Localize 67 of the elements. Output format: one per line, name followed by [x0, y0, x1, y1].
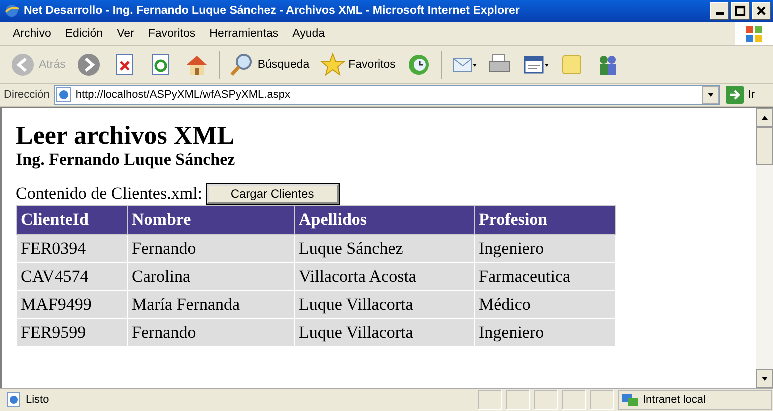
search-button[interactable]: Búsqueda: [224, 50, 314, 80]
status-panel: [478, 390, 502, 410]
scroll-up-button[interactable]: [756, 108, 773, 127]
table-cell: Villacorta Acosta: [294, 262, 474, 290]
caret-down-icon: [760, 374, 768, 382]
status-panel: [590, 390, 614, 410]
menu-item[interactable]: Ver: [110, 28, 142, 40]
table-cell: Farmaceutica: [474, 262, 616, 290]
menu-item[interactable]: Edición: [58, 28, 110, 40]
go-button[interactable]: Ir: [724, 86, 769, 104]
table-cell: Ingeniero: [474, 318, 616, 346]
column-header: Profesion: [474, 206, 616, 234]
page-heading: Leer archivos XML: [16, 122, 236, 150]
content-label: Contenido de Clientes.xml:: [16, 184, 203, 204]
column-header: ClienteId: [16, 206, 128, 234]
table-cell: FER9599: [16, 318, 128, 346]
table-cell: Carolina: [128, 262, 294, 290]
menu-item[interactable]: Favoritos: [141, 28, 203, 40]
window-title: Net Desarrollo - Ing. Fernando Luque Sánchez - Archivos XML - Microsoft Internet Explorer: [24, 5, 521, 17]
status-text: Listo: [26, 394, 50, 406]
table-cell: MAF9499: [16, 290, 128, 318]
arrow-right-icon: [76, 52, 102, 78]
table-cell: Ingeniero: [474, 234, 616, 262]
load-button[interactable]: Cargar Clientes: [206, 184, 339, 204]
address-label: Dirección: [4, 89, 50, 101]
table-cell: Médico: [474, 290, 616, 318]
close-icon: [755, 5, 768, 17]
caret-up-icon: [760, 114, 768, 122]
page-icon: [6, 392, 22, 408]
star-icon: [320, 52, 346, 78]
table-cell: Luque Sánchez: [294, 234, 474, 262]
table-cell: FER0394: [16, 234, 128, 262]
table-cell: Fernando: [128, 234, 294, 262]
status-panel: [562, 390, 586, 410]
minimize-icon: [716, 12, 724, 15]
windows-logo: [735, 22, 773, 45]
status-panel: [506, 390, 530, 410]
caret-icon: [706, 91, 715, 99]
close-button[interactable]: [752, 2, 771, 20]
scroll-down-button[interactable]: [756, 369, 773, 388]
maximize-button[interactable]: [731, 2, 750, 20]
table-cell: CAV4574: [16, 262, 128, 290]
table-cell: Fernando: [128, 318, 294, 346]
column-header: Apellidos: [294, 206, 474, 234]
menu-item[interactable]: Herramientas: [202, 28, 286, 40]
arrow-right-icon: [726, 86, 744, 104]
favorites-button[interactable]: Favoritos: [316, 50, 400, 80]
table-cell: Luque Villacorta: [294, 290, 474, 318]
zone-text: Intranet local: [643, 394, 706, 406]
status-panel: [534, 390, 558, 410]
scroll-thumb[interactable]: [756, 127, 773, 165]
table-cell: María Fernanda: [128, 290, 294, 318]
scrollbar[interactable]: [756, 108, 773, 388]
search-icon: [228, 52, 255, 78]
column-header: Nombre: [128, 206, 294, 234]
browser-icon: [4, 3, 20, 19]
minimize-button[interactable]: [710, 2, 729, 20]
maximize-icon: [734, 5, 747, 17]
table-cell: Luque Villacorta: [294, 318, 474, 346]
dropdown-button[interactable]: [702, 86, 720, 104]
address-field[interactable]: http://localhost/ASPyXML/wfASPyXML.aspx: [54, 85, 720, 105]
menu-item[interactable]: Archivo: [6, 28, 58, 40]
page-icon: [56, 87, 72, 103]
arrow-left-icon: [10, 52, 36, 78]
page-subheading: Ing. Fernando Luque Sánchez: [16, 150, 236, 170]
menu-item[interactable]: Ayuda: [286, 28, 332, 40]
network-icon: [621, 392, 639, 408]
